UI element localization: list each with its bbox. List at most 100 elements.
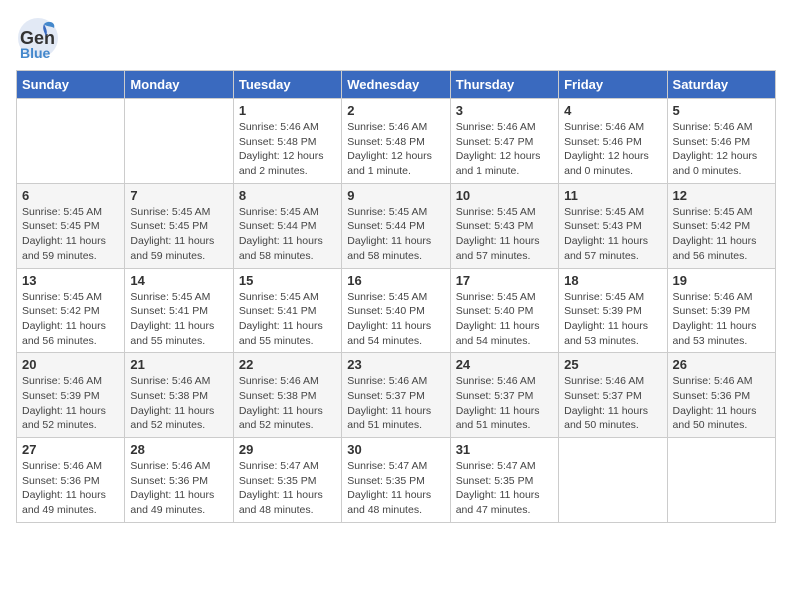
day-number: 5 — [673, 103, 770, 118]
day-info: Sunrise: 5:45 AMSunset: 5:43 PMDaylight:… — [456, 205, 553, 264]
logo-icon: Gen Blue — [16, 16, 60, 60]
day-number: 10 — [456, 188, 553, 203]
svg-text:Blue: Blue — [20, 45, 51, 60]
header-wednesday: Wednesday — [342, 71, 450, 99]
calendar-cell: 13Sunrise: 5:45 AMSunset: 5:42 PMDayligh… — [17, 268, 125, 353]
day-info: Sunrise: 5:46 AMSunset: 5:39 PMDaylight:… — [673, 290, 770, 349]
day-number: 4 — [564, 103, 661, 118]
calendar-cell — [17, 99, 125, 184]
day-number: 18 — [564, 273, 661, 288]
day-info: Sunrise: 5:46 AMSunset: 5:46 PMDaylight:… — [673, 120, 770, 179]
day-info: Sunrise: 5:46 AMSunset: 5:37 PMDaylight:… — [347, 374, 444, 433]
day-number: 30 — [347, 442, 444, 457]
day-info: Sunrise: 5:46 AMSunset: 5:39 PMDaylight:… — [22, 374, 119, 433]
day-info: Sunrise: 5:45 AMSunset: 5:40 PMDaylight:… — [347, 290, 444, 349]
day-number: 2 — [347, 103, 444, 118]
calendar-cell: 25 Sunrise: 5:46 AMSunset: 5:37 PMDayligh… — [559, 353, 667, 438]
day-info: Sunrise: 5:45 AMSunset: 5:40 PMDaylight:… — [456, 290, 553, 349]
calendar-cell: 29Sunrise: 5:47 AMSunset: 5:35 PMDayligh… — [233, 438, 341, 523]
day-info: Sunrise: 5:46 AMSunset: 5:38 PMDaylight:… — [130, 374, 227, 433]
day-info: Sunrise: 5:46 AMSunset: 5:37 PMDaylight:… — [456, 374, 553, 433]
day-info: Sunrise: 5:45 AMSunset: 5:41 PMDaylight:… — [130, 290, 227, 349]
day-number: 3 — [456, 103, 553, 118]
calendar-cell: 7 Sunrise: 5:45 AMSunset: 5:45 PMDaylight… — [125, 183, 233, 268]
day-number: 13 — [22, 273, 119, 288]
day-number: 27 — [22, 442, 119, 457]
calendar-cell: 21Sunrise: 5:46 AMSunset: 5:38 PMDayligh… — [125, 353, 233, 438]
header-sunday: Sunday — [17, 71, 125, 99]
day-number: 16 — [347, 273, 444, 288]
calendar-cell: 3Sunrise: 5:46 AMSunset: 5:47 PMDaylight… — [450, 99, 558, 184]
day-info: Sunrise: 5:45 AMSunset: 5:43 PMDaylight:… — [564, 205, 661, 264]
day-number: 15 — [239, 273, 336, 288]
day-number: 19 — [673, 273, 770, 288]
calendar-cell: 15 Sunrise: 5:45 AMSunset: 5:41 PMDayligh… — [233, 268, 341, 353]
calendar-cell: 16 Sunrise: 5:45 AMSunset: 5:40 PMDayligh… — [342, 268, 450, 353]
week-row-4: 20Sunrise: 5:46 AMSunset: 5:39 PMDayligh… — [17, 353, 776, 438]
day-number: 9 — [347, 188, 444, 203]
day-info: Sunrise: 5:46 AMSunset: 5:46 PMDaylight:… — [564, 120, 661, 179]
calendar-cell: 12 Sunrise: 5:45 AMSunset: 5:42 PMDayligh… — [667, 183, 775, 268]
day-info: Sunrise: 5:46 AMSunset: 5:36 PMDaylight:… — [22, 459, 119, 518]
day-info: Sunrise: 5:47 AMSunset: 5:35 PMDaylight:… — [456, 459, 553, 518]
week-row-3: 13Sunrise: 5:45 AMSunset: 5:42 PMDayligh… — [17, 268, 776, 353]
day-number: 29 — [239, 442, 336, 457]
day-number: 12 — [673, 188, 770, 203]
day-info: Sunrise: 5:45 AMSunset: 5:39 PMDaylight:… — [564, 290, 661, 349]
day-number: 25 — [564, 357, 661, 372]
calendar-cell: 30 Sunrise: 5:47 AMSunset: 5:35 PMDayligh… — [342, 438, 450, 523]
day-number: 7 — [130, 188, 227, 203]
calendar-cell: 24Sunrise: 5:46 AMSunset: 5:37 PMDayligh… — [450, 353, 558, 438]
calendar-cell: 23 Sunrise: 5:46 AMSunset: 5:37 PMDayligh… — [342, 353, 450, 438]
week-row-5: 27 Sunrise: 5:46 AMSunset: 5:36 PMDayligh… — [17, 438, 776, 523]
day-info: Sunrise: 5:45 AMSunset: 5:44 PMDaylight:… — [347, 205, 444, 264]
day-info: Sunrise: 5:45 AMSunset: 5:42 PMDaylight:… — [673, 205, 770, 264]
calendar-body: 1 Sunrise: 5:46 AMSunset: 5:48 PMDaylight… — [17, 99, 776, 523]
day-info: Sunrise: 5:45 AMSunset: 5:41 PMDaylight:… — [239, 290, 336, 349]
calendar-table: SundayMondayTuesdayWednesdayThursdayFrid… — [16, 70, 776, 523]
calendar-cell: 8 Sunrise: 5:45 AMSunset: 5:44 PMDaylight… — [233, 183, 341, 268]
calendar-header-row: SundayMondayTuesdayWednesdayThursdayFrid… — [17, 71, 776, 99]
day-number: 23 — [347, 357, 444, 372]
day-number: 1 — [239, 103, 336, 118]
day-info: Sunrise: 5:46 AMSunset: 5:48 PMDaylight:… — [239, 120, 336, 179]
calendar-cell: 20Sunrise: 5:46 AMSunset: 5:39 PMDayligh… — [17, 353, 125, 438]
calendar-cell: 10 Sunrise: 5:45 AMSunset: 5:43 PMDayligh… — [450, 183, 558, 268]
header-tuesday: Tuesday — [233, 71, 341, 99]
calendar-cell: 6 Sunrise: 5:45 AMSunset: 5:45 PMDaylight… — [17, 183, 125, 268]
calendar-cell: 27 Sunrise: 5:46 AMSunset: 5:36 PMDayligh… — [17, 438, 125, 523]
day-info: Sunrise: 5:47 AMSunset: 5:35 PMDaylight:… — [347, 459, 444, 518]
day-number: 26 — [673, 357, 770, 372]
logo: Gen Blue — [16, 16, 62, 60]
day-info: Sunrise: 5:45 AMSunset: 5:45 PMDaylight:… — [130, 205, 227, 264]
calendar-cell: 17Sunrise: 5:45 AMSunset: 5:40 PMDayligh… — [450, 268, 558, 353]
calendar-cell: 2 Sunrise: 5:46 AMSunset: 5:48 PMDaylight… — [342, 99, 450, 184]
day-number: 28 — [130, 442, 227, 457]
day-info: Sunrise: 5:46 AMSunset: 5:36 PMDaylight:… — [130, 459, 227, 518]
day-number: 8 — [239, 188, 336, 203]
header-thursday: Thursday — [450, 71, 558, 99]
day-number: 6 — [22, 188, 119, 203]
calendar-cell — [125, 99, 233, 184]
calendar-cell: 1 Sunrise: 5:46 AMSunset: 5:48 PMDaylight… — [233, 99, 341, 184]
calendar-cell: 28 Sunrise: 5:46 AMSunset: 5:36 PMDayligh… — [125, 438, 233, 523]
calendar-cell: 19 Sunrise: 5:46 AMSunset: 5:39 PMDayligh… — [667, 268, 775, 353]
header-friday: Friday — [559, 71, 667, 99]
week-row-2: 6 Sunrise: 5:45 AMSunset: 5:45 PMDaylight… — [17, 183, 776, 268]
day-info: Sunrise: 5:45 AMSunset: 5:44 PMDaylight:… — [239, 205, 336, 264]
calendar-cell: 9 Sunrise: 5:45 AMSunset: 5:44 PMDaylight… — [342, 183, 450, 268]
calendar-cell: 11Sunrise: 5:45 AMSunset: 5:43 PMDayligh… — [559, 183, 667, 268]
day-info: Sunrise: 5:46 AMSunset: 5:48 PMDaylight:… — [347, 120, 444, 179]
day-info: Sunrise: 5:46 AMSunset: 5:38 PMDaylight:… — [239, 374, 336, 433]
calendar-cell: 26 Sunrise: 5:46 AMSunset: 5:36 PMDayligh… — [667, 353, 775, 438]
day-number: 14 — [130, 273, 227, 288]
day-info: Sunrise: 5:45 AMSunset: 5:45 PMDaylight:… — [22, 205, 119, 264]
calendar-cell: 18 Sunrise: 5:45 AMSunset: 5:39 PMDayligh… — [559, 268, 667, 353]
calendar-cell: 22Sunrise: 5:46 AMSunset: 5:38 PMDayligh… — [233, 353, 341, 438]
calendar-cell: 14 Sunrise: 5:45 AMSunset: 5:41 PMDayligh… — [125, 268, 233, 353]
calendar-cell: 5 Sunrise: 5:46 AMSunset: 5:46 PMDaylight… — [667, 99, 775, 184]
day-number: 31 — [456, 442, 553, 457]
day-info: Sunrise: 5:46 AMSunset: 5:36 PMDaylight:… — [673, 374, 770, 433]
day-info: Sunrise: 5:46 AMSunset: 5:37 PMDaylight:… — [564, 374, 661, 433]
calendar-cell: 31 Sunrise: 5:47 AMSunset: 5:35 PMDayligh… — [450, 438, 558, 523]
